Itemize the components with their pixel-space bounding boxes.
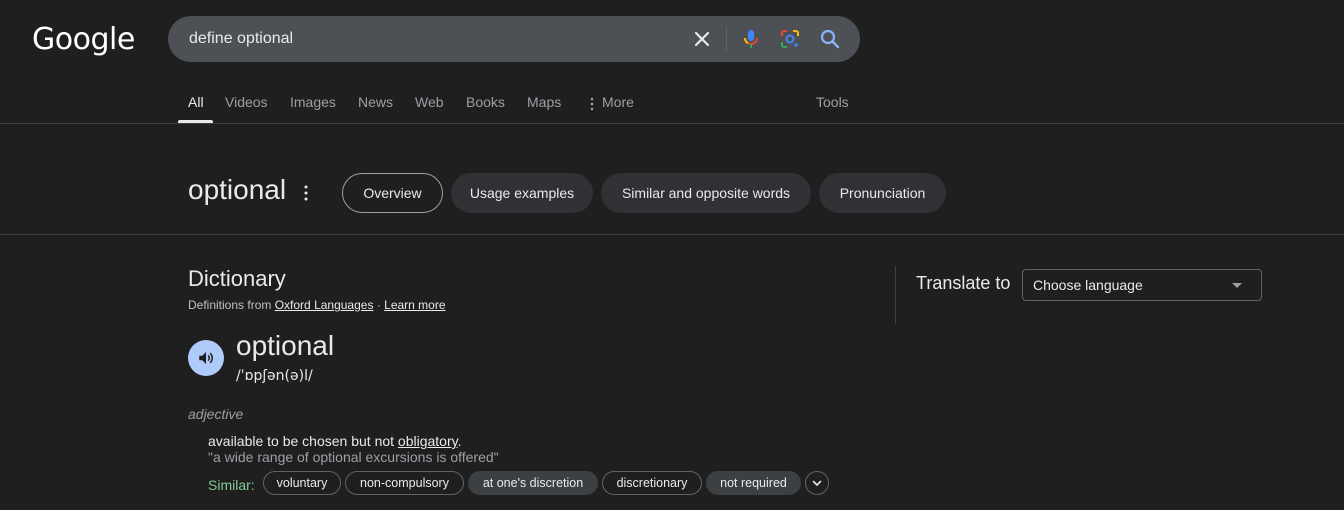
- chip-overview[interactable]: Overview: [342, 173, 443, 213]
- defs-from-prefix: Definitions from: [188, 298, 272, 312]
- search-input[interactable]: define optional: [189, 30, 293, 48]
- definition-end: .: [457, 433, 462, 449]
- word-title: optional: [188, 174, 287, 205]
- search-box[interactable]: define optional: [168, 16, 860, 62]
- tab-maps[interactable]: Maps: [527, 94, 561, 124]
- section-divider: [0, 234, 1344, 235]
- similar-label: Similar:: [208, 477, 255, 493]
- tab-news[interactable]: News: [358, 94, 393, 124]
- language-select[interactable]: Choose language: [1022, 269, 1262, 301]
- google-lens-icon[interactable]: [778, 27, 802, 51]
- synonym-chip-discretionary[interactable]: discretionary: [602, 471, 702, 495]
- definitions-source: Definitions from Oxford Languages · Lear…: [188, 298, 446, 312]
- search-divider: [726, 26, 727, 52]
- dropdown-arrow-icon: [1232, 283, 1242, 288]
- search-icon[interactable]: [818, 27, 842, 51]
- chip-usage-examples[interactable]: Usage examples: [451, 173, 593, 213]
- tab-more[interactable]: More: [602, 94, 634, 124]
- synonym-chip-at-ones-discretion[interactable]: at one's discretion: [468, 471, 598, 495]
- close-icon[interactable]: [690, 27, 714, 51]
- chip-pronunciation[interactable]: Pronunciation: [819, 173, 946, 213]
- synonym-chip-not-required[interactable]: not required: [706, 471, 801, 495]
- tab-books[interactable]: Books: [466, 94, 505, 124]
- learn-more-link[interactable]: Learn more: [384, 298, 445, 312]
- obligatory-link[interactable]: obligatory: [398, 433, 458, 449]
- phonetic: /ˈɒpʃən(ə)l/: [236, 368, 313, 384]
- tab-web[interactable]: Web: [415, 94, 444, 124]
- expand-synonyms-button[interactable]: [805, 471, 829, 495]
- google-logo[interactable]: Google: [32, 22, 135, 57]
- speaker-button[interactable]: [188, 340, 224, 376]
- oxford-languages-link[interactable]: Oxford Languages: [275, 298, 374, 312]
- speaker-icon: [199, 352, 213, 364]
- definition-text: available to be chosen but not: [208, 433, 398, 449]
- tab-videos[interactable]: Videos: [225, 94, 268, 124]
- dictionary-heading: Dictionary: [188, 266, 286, 291]
- headword: optional: [236, 330, 335, 361]
- translate-label: Translate to: [916, 273, 1011, 293]
- microphone-icon[interactable]: [739, 27, 763, 51]
- usage-example: "a wide range of optional excursions is …: [208, 449, 499, 465]
- source-separator: ·: [376, 298, 381, 312]
- tab-images[interactable]: Images: [290, 94, 336, 124]
- tools-button[interactable]: Tools: [816, 94, 849, 124]
- part-of-speech: adjective: [188, 406, 244, 422]
- more-options-icon[interactable]: [301, 184, 311, 202]
- chevron-down-icon: [812, 480, 822, 487]
- search-tabs: All Videos Images News Web Books Maps Mo…: [0, 88, 1344, 124]
- tabs-divider: [0, 123, 1344, 124]
- chip-similar-opposite[interactable]: Similar and opposite words: [601, 173, 811, 213]
- synonym-chip-non-compulsory[interactable]: non-compulsory: [345, 471, 464, 495]
- more-vert-icon[interactable]: [588, 97, 596, 111]
- language-select-value: Choose language: [1033, 277, 1143, 293]
- definition: available to be chosen but not obligator…: [208, 433, 461, 449]
- synonym-chip-voluntary[interactable]: voluntary: [263, 471, 341, 495]
- vertical-divider: [895, 266, 896, 324]
